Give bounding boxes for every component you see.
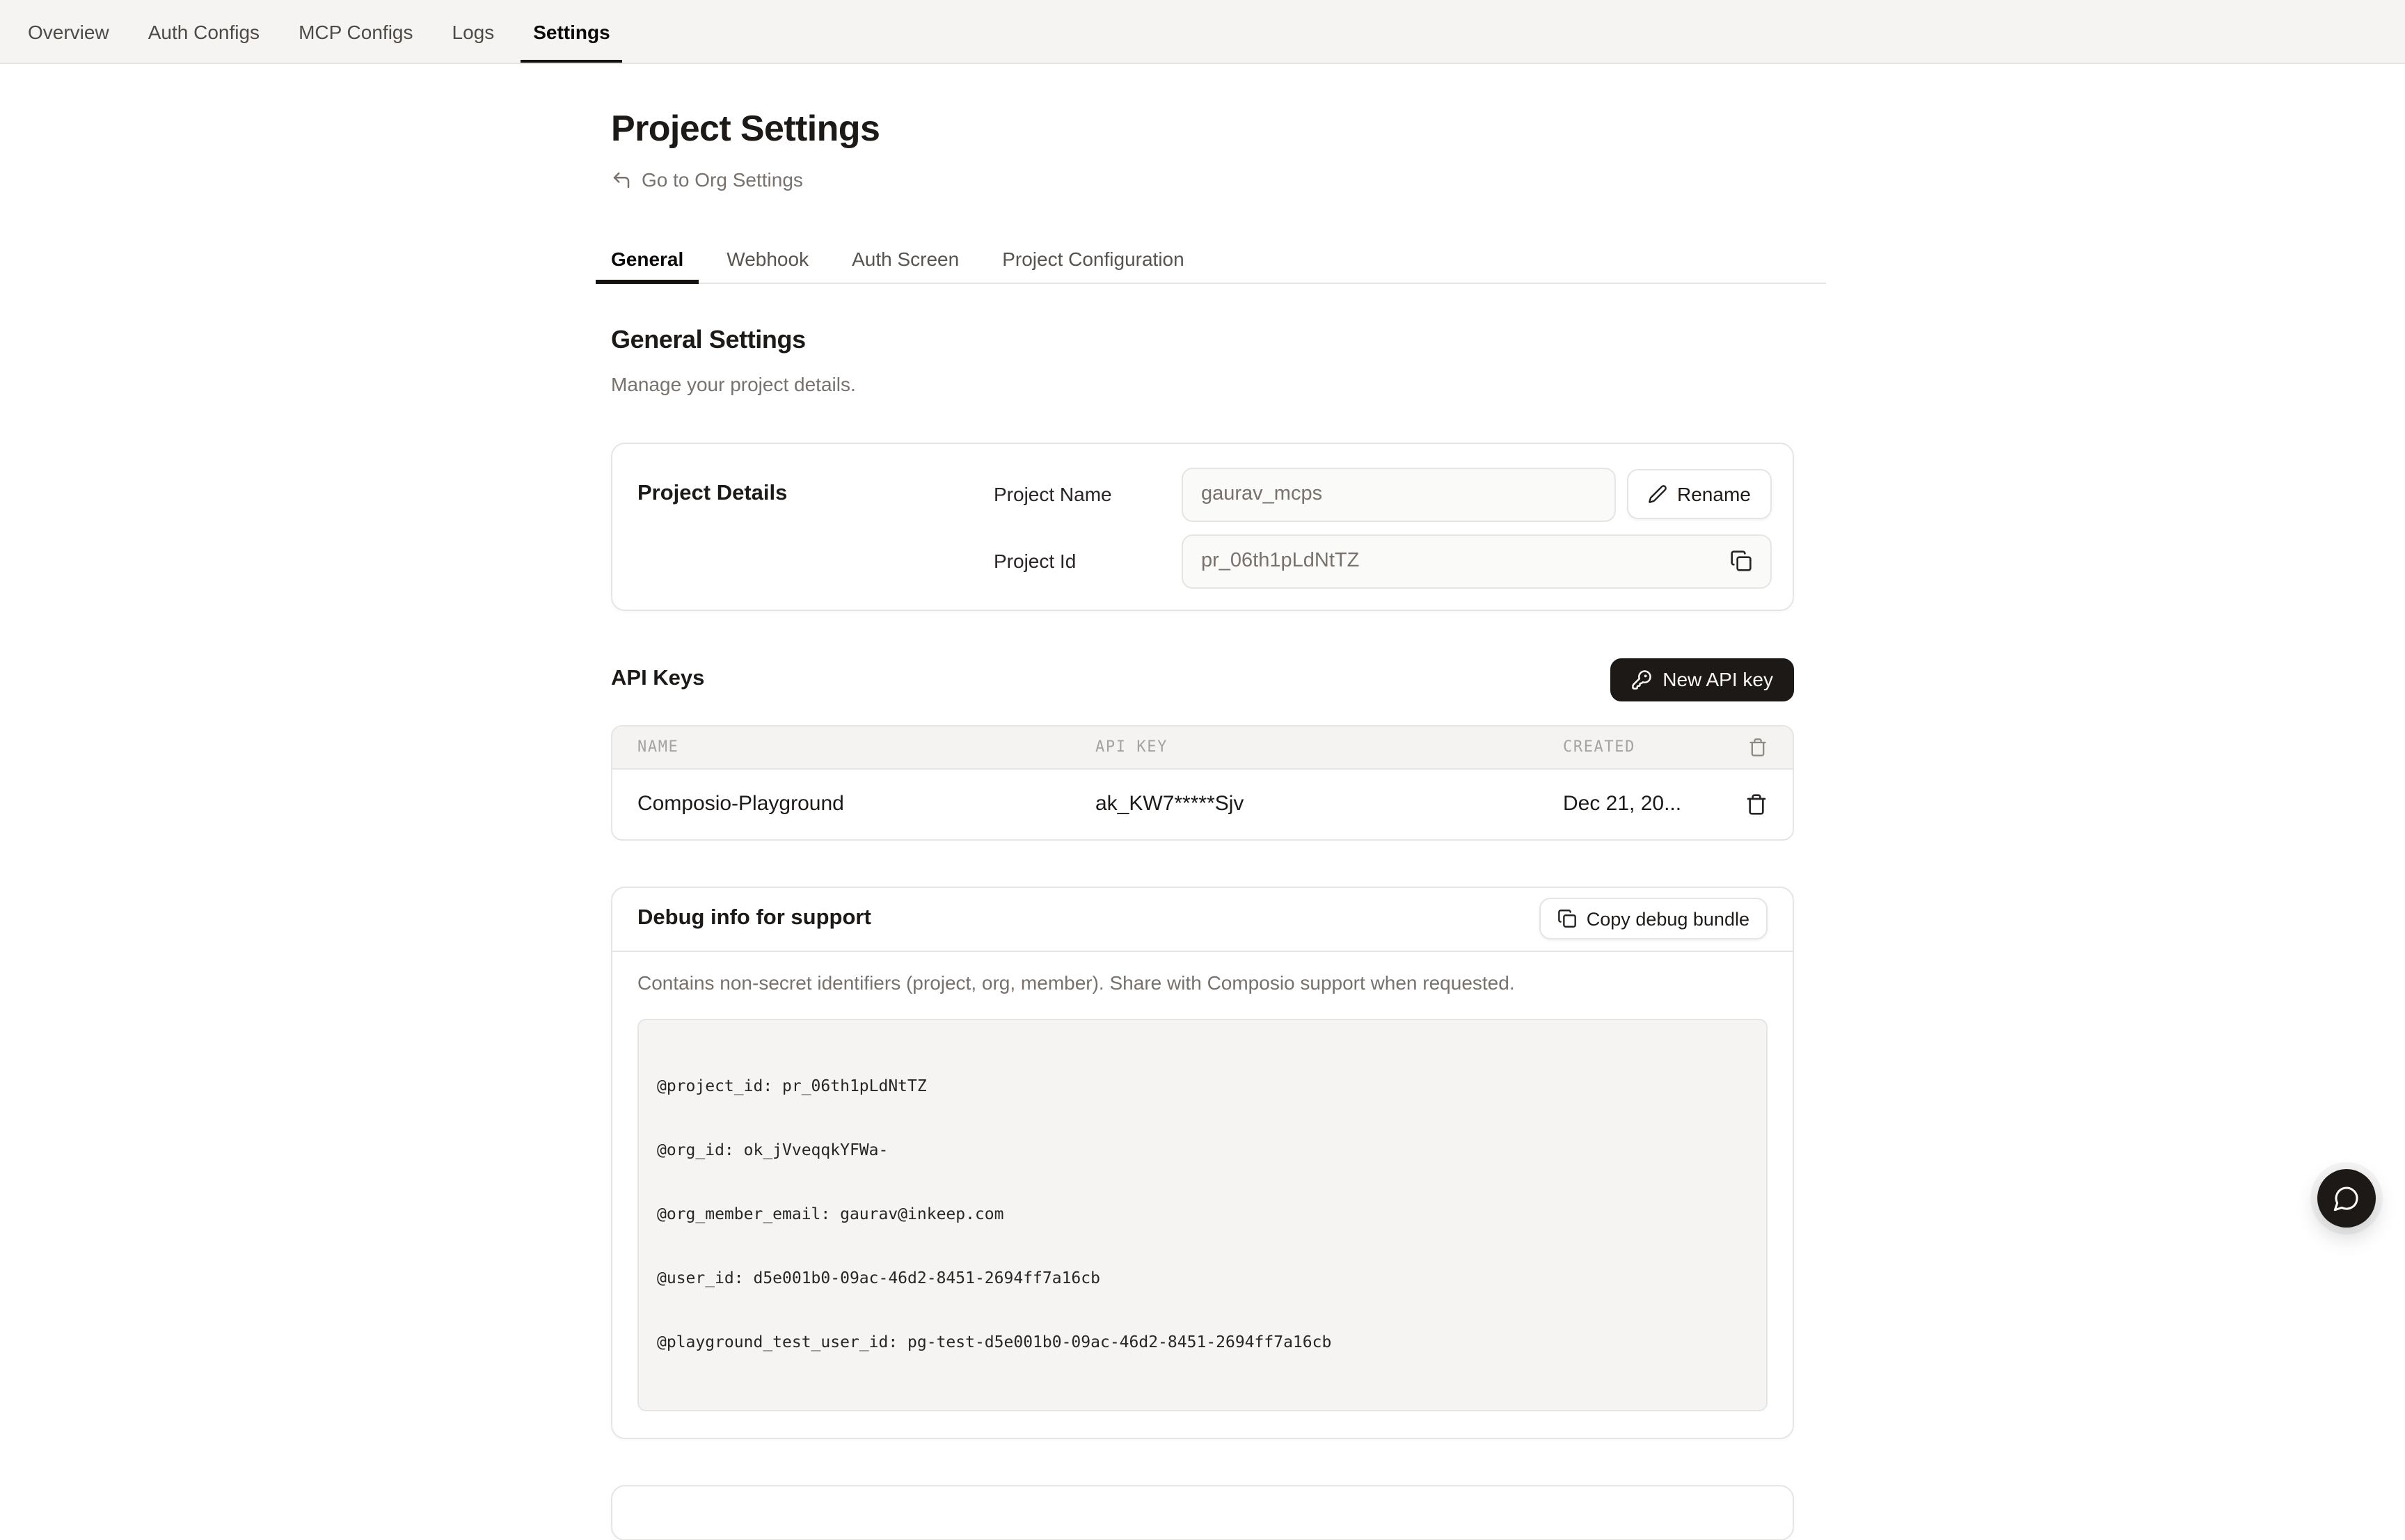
- general-settings-heading: General Settings: [611, 325, 1794, 354]
- pencil-icon: [1648, 484, 1667, 504]
- debug-description: Contains non-secret identifiers (project…: [637, 971, 1768, 993]
- project-name-label: Project Name: [994, 483, 1182, 505]
- project-id-field: pr_06th1pLdNtTZ: [1182, 534, 1772, 588]
- debug-bundle-code-block: @project_id: pr_06th1pLdNtTZ @org_id: ok…: [637, 1018, 1768, 1411]
- api-key-value-cell: ak_KW7*****Sjv: [1095, 792, 1563, 816]
- project-details-title: Project Details: [637, 467, 994, 506]
- go-to-org-settings-label: Go to Org Settings: [642, 168, 803, 191]
- project-details-card: Project Details Project Name Rename: [611, 442, 1794, 610]
- nav-item-mcp-configs[interactable]: MCP Configs: [299, 0, 413, 63]
- next-settings-card-partial: [611, 1484, 1794, 1540]
- project-id-label: Project Id: [994, 550, 1182, 572]
- copy-debug-bundle-button[interactable]: Copy debug bundle: [1539, 898, 1768, 939]
- nav-item-logs[interactable]: Logs: [452, 0, 495, 63]
- copy-icon: [1557, 909, 1577, 928]
- project-name-input[interactable]: [1182, 467, 1616, 521]
- api-keys-table-header: NAME API KEY CREATED: [612, 726, 1793, 769]
- tab-general[interactable]: General: [596, 236, 699, 282]
- chat-bubble-icon: [2333, 1184, 2360, 1212]
- project-name-row: Project Name Rename: [994, 467, 1772, 521]
- rename-button[interactable]: Rename: [1627, 469, 1772, 519]
- api-key-table-row: Composio-Playground ak_KW7*****Sjv Dec 2…: [612, 769, 1793, 839]
- api-keys-heading: API Keys: [611, 667, 704, 692]
- api-keys-table: NAME API KEY CREATED Composio-Playground…: [611, 724, 1794, 840]
- page-title: Project Settings: [611, 64, 1794, 150]
- trash-icon: [1748, 737, 1768, 756]
- nav-item-settings[interactable]: Settings: [533, 0, 610, 63]
- general-settings-subheading: Manage your project details.: [611, 372, 1794, 395]
- nav-item-auth-configs[interactable]: Auth Configs: [148, 0, 260, 63]
- new-api-key-button[interactable]: New API key: [1610, 658, 1794, 701]
- copy-project-id-button[interactable]: [1730, 550, 1752, 572]
- tab-project-configuration[interactable]: Project Configuration: [987, 236, 1200, 282]
- debug-info-title: Debug info for support: [637, 906, 871, 931]
- nav-item-overview[interactable]: Overview: [28, 0, 109, 63]
- column-header-name: NAME: [637, 738, 1095, 756]
- tab-webhook[interactable]: Webhook: [711, 236, 824, 282]
- copy-debug-bundle-label: Copy debug bundle: [1587, 908, 1749, 929]
- api-key-name-cell: Composio-Playground: [637, 792, 1095, 816]
- new-api-key-label: New API key: [1662, 668, 1773, 690]
- rename-label: Rename: [1677, 483, 1751, 505]
- code-line: @project_id: pr_06th1pLdNtTZ: [657, 1076, 1748, 1097]
- copy-icon: [1730, 550, 1752, 572]
- settings-tabs: General Webhook Auth Screen Project Conf…: [596, 236, 1826, 283]
- go-to-org-settings-link[interactable]: Go to Org Settings: [611, 168, 803, 191]
- code-line: @org_id: ok_jVveqqkYFWa-: [657, 1140, 1748, 1161]
- page: Overview Auth Configs MCP Configs Logs S…: [0, 0, 2405, 1239]
- column-header-api-key: API KEY: [1095, 738, 1563, 756]
- api-key-created-cell: Dec 21, 20...: [1563, 792, 1737, 816]
- delete-api-key-button[interactable]: [1745, 793, 1768, 815]
- trash-icon: [1745, 793, 1768, 815]
- key-icon: [1630, 669, 1651, 690]
- chat-support-button[interactable]: [2317, 1169, 2376, 1228]
- column-header-created: CREATED: [1563, 738, 1737, 756]
- debug-info-card: Debug info for support Copy debug bundle…: [611, 886, 1794, 1438]
- top-navigation: Overview Auth Configs MCP Configs Logs S…: [0, 0, 2405, 64]
- tab-auth-screen[interactable]: Auth Screen: [836, 236, 974, 282]
- main-content: Project Settings Go to Org Settings Gene…: [611, 64, 1794, 1540]
- code-line: @playground_test_user_id: pg-test-d5e001…: [657, 1331, 1748, 1353]
- corner-up-left-icon: [611, 169, 632, 190]
- project-id-value: pr_06th1pLdNtTZ: [1201, 550, 1359, 572]
- api-keys-header: API Keys New API key: [611, 658, 1794, 701]
- project-id-row: Project Id pr_06th1pLdNtTZ: [994, 534, 1772, 588]
- code-line: @user_id: d5e001b0-09ac-46d2-8451-2694ff…: [657, 1268, 1748, 1289]
- code-line: @org_member_email: gaurav@inkeep.com: [657, 1204, 1748, 1225]
